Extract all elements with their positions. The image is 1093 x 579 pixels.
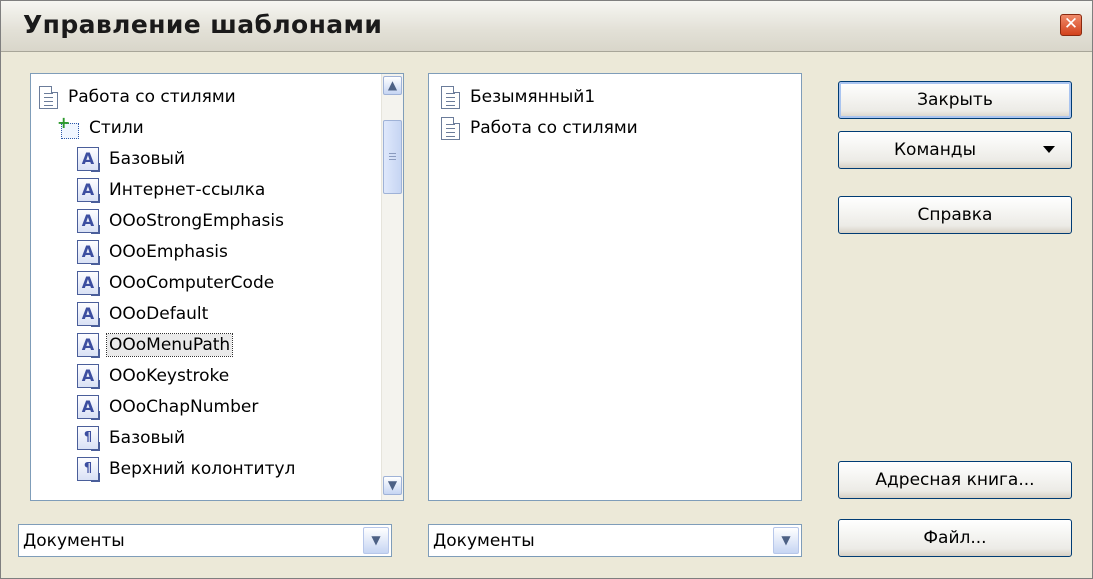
commands-button-label: Команды <box>893 140 976 160</box>
tree-item-label: OOoEmphasis <box>109 242 228 262</box>
tree-item-label: OOoKeystroke <box>109 366 230 386</box>
tree-item-label: Стили <box>89 118 144 138</box>
file-button-label: Файл... <box>923 528 987 548</box>
tree-item-label: Верхний колонтитул <box>109 459 296 479</box>
character-style-icon: A <box>77 147 100 172</box>
tree-item-label: Интернет-ссылка <box>109 180 266 200</box>
tree-item-label: OOoStrongEmphasis <box>109 211 284 231</box>
paragraph-style-icon: ¶ <box>77 426 100 451</box>
left-documents-select[interactable]: Документы ▼ <box>18 524 392 557</box>
template-management-dialog: Управление шаблонами ✕ Работа со стилями… <box>0 0 1093 579</box>
styles-folder-icon <box>57 113 79 139</box>
character-style-icon: A <box>77 178 100 203</box>
close-button[interactable]: Закрыть <box>838 81 1072 119</box>
right-documents-select[interactable]: Документы ▼ <box>428 524 802 557</box>
character-style-icon: A <box>77 395 100 420</box>
file-button[interactable]: Файл... <box>838 519 1072 557</box>
character-style-icon: A <box>77 209 100 234</box>
right-select-value: Документы <box>433 531 535 551</box>
document-icon <box>39 85 58 109</box>
tree-item[interactable]: Стили <box>57 113 146 143</box>
scrollbar-thumb[interactable] <box>383 120 402 194</box>
tree-item[interactable]: A OOoEmphasis <box>77 237 230 267</box>
tree-item[interactable]: A Интернет-ссылка <box>77 175 267 205</box>
close-button-label: Закрыть <box>917 90 993 110</box>
tree-item-label: OOoChapNumber <box>109 397 259 417</box>
tree-item[interactable]: A OOoStrongEmphasis <box>77 206 286 236</box>
address-book-button[interactable]: Адресная книга... <box>838 461 1072 499</box>
tree-item[interactable]: A OOoDefault <box>77 299 210 329</box>
tree-item[interactable]: A OOoKeystroke <box>77 361 231 391</box>
tree-item-label: Базовый <box>109 149 186 169</box>
chevron-down-icon[interactable]: ▼ <box>363 527 389 554</box>
paragraph-style-icon: ¶ <box>77 457 100 482</box>
help-button[interactable]: Справка <box>838 196 1072 234</box>
list-item[interactable]: Безымянный1 <box>441 82 597 112</box>
document-icon <box>441 85 460 109</box>
commands-button[interactable]: Команды <box>838 131 1072 169</box>
tree-vertical-scrollbar[interactable]: ▲ ▼ <box>381 74 403 500</box>
tree-item[interactable]: A OOoChapNumber <box>77 392 260 422</box>
tree-item[interactable]: A Базовый <box>77 144 187 174</box>
character-style-icon: A <box>77 271 100 296</box>
title-bar: Управление шаблонами ✕ <box>1 1 1092 52</box>
character-style-icon: A <box>77 364 100 389</box>
dialog-title: Управление шаблонами <box>23 10 383 39</box>
character-style-icon: A <box>77 302 100 327</box>
tree-item-label: OOoDefault <box>109 304 209 324</box>
document-icon <box>441 116 460 140</box>
tree-item[interactable]: ¶ Базовый <box>77 423 187 453</box>
tree-item[interactable]: ¶ Верхний колонтитул <box>77 454 297 484</box>
help-button-label: Справка <box>917 205 993 225</box>
tree-item[interactable]: Работа со стилями <box>39 82 238 112</box>
documents-list[interactable]: Безымянный1 Работа со стилями <box>428 73 802 501</box>
scroll-up-icon[interactable]: ▲ <box>383 76 402 95</box>
scroll-down-icon[interactable]: ▼ <box>383 476 402 495</box>
list-item-label: Работа со стилями <box>470 118 638 138</box>
tree-item-label: OOoMenuPath <box>105 333 234 357</box>
tree-item-label: Базовый <box>109 428 186 448</box>
list-item[interactable]: Работа со стилями <box>441 113 640 143</box>
tree-item-label: OOoComputerCode <box>109 273 275 293</box>
templates-tree-list[interactable]: Работа со стилями Стили A Базовый A Интернет-… <box>30 73 404 501</box>
tree-item-label: Работа со стилями <box>68 87 236 107</box>
tree-item[interactable]: A OOoComputerCode <box>77 268 276 298</box>
list-item-label: Безымянный1 <box>470 87 596 107</box>
character-style-icon: A <box>77 240 100 265</box>
left-select-value: Документы <box>23 531 125 551</box>
dropdown-arrow-icon <box>1043 146 1055 153</box>
close-icon[interactable]: ✕ <box>1060 14 1082 36</box>
tree-item[interactable]: A OOoMenuPath <box>77 330 234 360</box>
address-book-button-label: Адресная книга... <box>875 470 1035 490</box>
chevron-down-icon[interactable]: ▼ <box>773 527 799 554</box>
character-style-icon: A <box>77 333 100 358</box>
